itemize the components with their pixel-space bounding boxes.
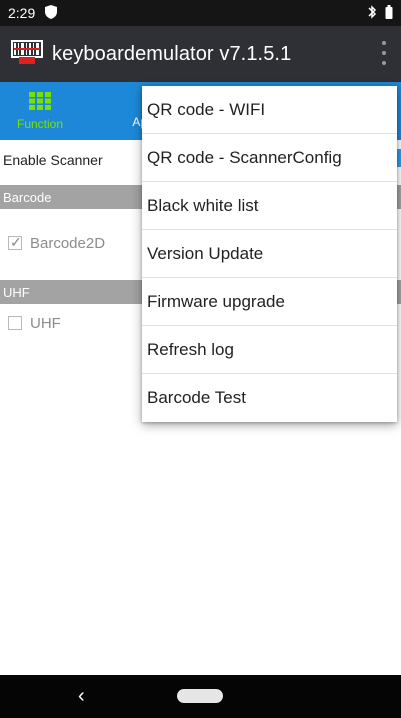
section-header-uhf-label: UHF xyxy=(3,284,30,300)
menu-item-qr-scannerconfig[interactable]: QR code - ScannerConfig xyxy=(142,134,397,182)
uhf-checkbox[interactable] xyxy=(8,316,22,330)
app-title: keyboardemulator v7.1.5.1 xyxy=(52,42,292,65)
menu-item-black-white-list[interactable]: Black white list xyxy=(142,182,397,230)
menu-item-barcode-test[interactable]: Barcode Test xyxy=(142,374,397,422)
navigation-bar: ‹ xyxy=(0,675,401,718)
menu-item-firmware-upgrade[interactable]: Firmware upgrade xyxy=(142,278,397,326)
status-bar: 2:29 xyxy=(0,0,401,26)
tab-function[interactable]: Function xyxy=(10,82,70,140)
menu-item-qr-wifi[interactable]: QR code - WIFI xyxy=(142,86,397,134)
barcode2d-checkbox[interactable] xyxy=(8,234,22,251)
overflow-menu: QR code - WIFI QR code - ScannerConfig B… xyxy=(142,86,397,422)
barcode2d-label: Barcode2D xyxy=(30,234,106,252)
menu-item-refresh-log[interactable]: Refresh log xyxy=(142,326,397,374)
grid-icon xyxy=(29,91,51,113)
barcode-scanner-icon xyxy=(10,39,44,70)
menu-item-version-update[interactable]: Version Update xyxy=(142,230,397,278)
status-time: 2:29 xyxy=(8,5,36,21)
back-icon[interactable]: ‹ xyxy=(78,685,85,708)
app-bar: keyboardemulator v7.1.5.1 xyxy=(0,26,401,82)
uhf-label: UHF xyxy=(30,314,61,332)
shield-icon xyxy=(45,4,58,22)
more-options-icon[interactable] xyxy=(377,41,391,65)
enable-scanner-label: Enable Scanner xyxy=(3,152,103,168)
bluetooth-icon xyxy=(367,4,377,22)
home-pill-icon[interactable] xyxy=(177,689,223,703)
tab-function-label: Function xyxy=(16,116,64,131)
battery-icon xyxy=(385,4,393,22)
section-header-barcode-label: Barcode xyxy=(3,189,52,205)
